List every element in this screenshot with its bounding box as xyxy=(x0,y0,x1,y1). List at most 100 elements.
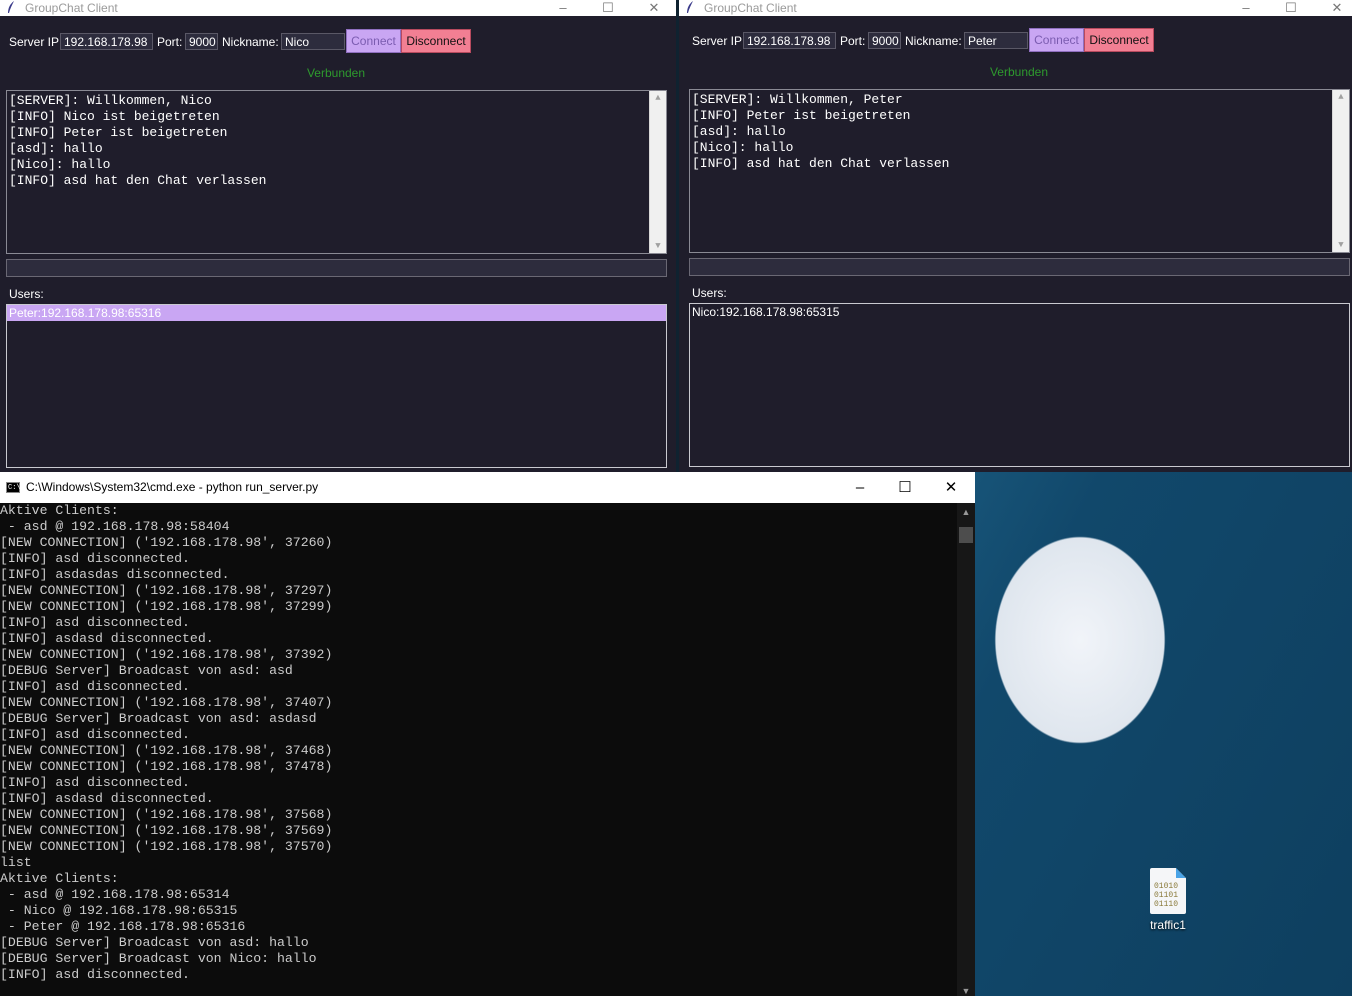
console-title: C:\Windows\System32\cmd.exe - python run… xyxy=(26,480,319,494)
maximize-button[interactable]: ☐ xyxy=(1271,0,1311,16)
server-ip-input[interactable]: 192.168.178.98 xyxy=(743,32,836,49)
users-list[interactable]: Nico:192.168.178.98:65315 xyxy=(689,303,1350,467)
users-list[interactable]: Peter:192.168.178.98:65316 xyxy=(6,304,667,468)
console-line: [NEW CONNECTION] ('192.168.178.98', 3746… xyxy=(0,743,333,758)
binary-glyph-line: 01010 xyxy=(1154,882,1179,891)
console-line: [INFO] asd disconnected. xyxy=(0,775,190,790)
maximize-button[interactable]: ☐ xyxy=(882,472,928,503)
console-line: Aktive Clients: xyxy=(0,871,119,886)
console-line: [INFO] asdasd disconnected. xyxy=(0,631,214,646)
console-line: [NEW CONNECTION] ('192.168.178.98', 3739… xyxy=(0,647,333,662)
minimize-button[interactable]: – xyxy=(543,0,583,16)
binary-glyph-line: 01101 xyxy=(1154,891,1179,900)
chat-line: [INFO] Nico ist beigetreten xyxy=(9,109,220,124)
close-button[interactable]: ✕ xyxy=(1317,0,1352,16)
console-line: [DEBUG Server] Broadcast von asd: asdasd xyxy=(0,711,317,726)
port-label: Port: xyxy=(840,34,866,48)
chat-line: [INFO] Peter ist beigetreten xyxy=(9,125,228,140)
disconnect-button[interactable]: Disconnect xyxy=(1084,28,1154,52)
nickname-input[interactable]: Nico xyxy=(281,33,345,50)
console-scrollbar[interactable]: ▲ ▼ xyxy=(957,503,975,996)
scroll-up-icon[interactable]: ▲ xyxy=(957,507,975,517)
chat-lines: [SERVER]: Willkommen, Nico [INFO] Nico is… xyxy=(7,91,666,189)
users-items: Nico:192.168.178.98:65315 xyxy=(690,304,1349,320)
client-window-peter: GroupChat Client – ☐ ✕ Server IP: 192.16… xyxy=(679,0,1352,472)
close-button[interactable]: ✕ xyxy=(928,472,974,503)
scroll-down-icon[interactable]: ▼ xyxy=(650,241,666,251)
maximize-button[interactable]: ☐ xyxy=(588,0,628,16)
connection-status: Verbunden xyxy=(989,65,1049,79)
console-line: [DEBUG Server] Broadcast von Nico: hallo xyxy=(0,951,317,966)
message-input[interactable] xyxy=(6,259,667,277)
chat-line: [INFO] asd hat den Chat verlassen xyxy=(9,173,267,188)
console-line: [INFO] asdasdas disconnected. xyxy=(0,567,230,582)
console-line: [DEBUG Server] Broadcast von asd: hallo xyxy=(0,935,309,950)
connection-status: Verbunden xyxy=(306,66,366,80)
console-line: [INFO] asd disconnected. xyxy=(0,727,190,742)
title-bar: GroupChat Client – ☐ ✕ xyxy=(0,0,676,16)
feather-app-icon xyxy=(8,1,14,13)
console-line: [INFO] asd disconnected. xyxy=(0,967,190,982)
console-line: [INFO] asd disconnected. xyxy=(0,615,190,630)
server-ip-input[interactable]: 192.168.178.98 xyxy=(60,33,153,50)
console-line: [DEBUG Server] Broadcast von asd: asd xyxy=(0,663,293,678)
binary-glyph-line: 01110 xyxy=(1154,900,1179,909)
scroll-down-icon[interactable]: ▼ xyxy=(1333,240,1349,250)
scroll-up-icon[interactable]: ▲ xyxy=(650,93,666,103)
title-bar: GroupChat Client – ☐ ✕ xyxy=(679,0,1352,16)
nickname-label: Nickname: xyxy=(905,34,962,48)
console-line: - Nico @ 192.168.178.98:65315 xyxy=(0,903,238,918)
console-line: [INFO] asd disconnected. xyxy=(0,551,190,566)
console-line: [NEW CONNECTION] ('192.168.178.98', 3740… xyxy=(0,695,333,710)
console-line: list xyxy=(0,855,32,870)
console-line: [NEW CONNECTION] ('192.168.178.98', 3756… xyxy=(0,823,333,838)
console-line: [INFO] asdasd disconnected. xyxy=(0,791,214,806)
binary-glyph: 01010 01101 01110 xyxy=(1154,882,1178,909)
port-input[interactable]: 9000 xyxy=(185,33,218,50)
chat-line: [asd]: hallo xyxy=(692,124,786,139)
minimize-button[interactable]: – xyxy=(837,472,883,503)
console-line: - asd @ 192.168.178.98:58404 xyxy=(0,519,230,534)
chat-scrollbar[interactable]: ▲ ▼ xyxy=(649,91,666,253)
scroll-thumb[interactable] xyxy=(959,527,973,543)
users-label: Users: xyxy=(692,286,727,300)
console-title-bar: C:\ C:\Windows\System32\cmd.exe - python… xyxy=(0,472,975,503)
message-input[interactable] xyxy=(689,258,1350,276)
feather-app-icon xyxy=(687,1,693,13)
user-list-item[interactable]: Peter:192.168.178.98:65316 xyxy=(7,305,666,321)
console-output[interactable]: Aktive Clients: - asd @ 192.168.178.98:5… xyxy=(0,503,957,996)
scroll-up-icon[interactable]: ▲ xyxy=(1333,92,1349,102)
file-fold-corner xyxy=(1176,868,1186,878)
connect-button[interactable]: Connect xyxy=(346,29,401,53)
minimize-button[interactable]: – xyxy=(1226,0,1266,16)
chat-line: [SERVER]: Willkommen, Nico xyxy=(9,93,212,108)
users-items: Peter:192.168.178.98:65316 xyxy=(7,305,666,321)
port-input[interactable]: 9000 xyxy=(868,32,901,49)
chat-line: [INFO] asd hat den Chat verlassen xyxy=(692,156,950,171)
desktop-file-label: traffic1 xyxy=(1150,918,1186,932)
nickname-label: Nickname: xyxy=(222,35,279,49)
console-line: [NEW CONNECTION] ('192.168.178.98', 3747… xyxy=(0,759,333,774)
scroll-down-icon[interactable]: ▼ xyxy=(957,986,975,996)
binary-file-icon: 01010 01101 01110 xyxy=(1150,868,1186,914)
user-list-item[interactable]: Nico:192.168.178.98:65315 xyxy=(690,304,1349,320)
console-line: - asd @ 192.168.178.98:65314 xyxy=(0,887,230,902)
chat-scrollbar[interactable]: ▲ ▼ xyxy=(1332,90,1349,252)
console-line: [NEW CONNECTION] ('192.168.178.98', 3726… xyxy=(0,535,333,550)
disconnect-button[interactable]: Disconnect xyxy=(401,29,471,53)
chat-line: [Nico]: hallo xyxy=(692,140,794,155)
chat-line: [asd]: hallo xyxy=(9,141,103,156)
nickname-input[interactable]: Peter xyxy=(964,32,1028,49)
desktop-file-traffic1[interactable]: 01010 01101 01110 traffic1 xyxy=(1140,868,1196,932)
close-button[interactable]: ✕ xyxy=(634,0,674,16)
window-title: GroupChat Client xyxy=(25,1,118,15)
connect-button[interactable]: Connect xyxy=(1029,28,1084,52)
console-line: [NEW CONNECTION] ('192.168.178.98', 3729… xyxy=(0,599,333,614)
chat-lines: [SERVER]: Willkommen, Peter [INFO] Peter … xyxy=(690,90,1349,172)
chat-history[interactable]: [SERVER]: Willkommen, Nico [INFO] Nico is… xyxy=(6,90,667,254)
server-ip-label: Server IP: xyxy=(9,35,63,49)
window-title: GroupChat Client xyxy=(704,1,797,15)
console-window: C:\ C:\Windows\System32\cmd.exe - python… xyxy=(0,472,975,996)
client-window-nico: GroupChat Client – ☐ ✕ Server IP: 192.16… xyxy=(0,0,676,472)
chat-history[interactable]: [SERVER]: Willkommen, Peter [INFO] Peter … xyxy=(689,89,1350,253)
